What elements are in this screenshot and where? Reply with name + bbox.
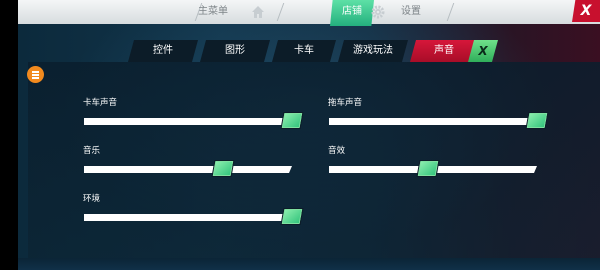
bottom-bar: [18, 258, 600, 270]
music-slider-thumb[interactable]: [211, 160, 235, 177]
ambient-slider-thumb[interactable]: [280, 208, 304, 225]
game-screen: 主菜单 店铺 设置 X 控件 图形 卡车 游戏玩法 声音 X 卡车声音 拖车声音…: [0, 0, 600, 270]
menu-icon[interactable]: [27, 66, 44, 83]
menu-icon-line: [32, 77, 39, 79]
home-icon[interactable]: [250, 4, 266, 20]
ambient-slider-track[interactable]: [84, 214, 302, 221]
truck-sound-slider-track[interactable]: [84, 118, 302, 125]
slider-label-ambient: 环境: [83, 194, 101, 204]
nav-store[interactable]: 店铺: [330, 0, 374, 26]
tab-controls[interactable]: 控件: [128, 40, 198, 62]
sound-effects-slider-thumb[interactable]: [416, 160, 440, 177]
tab-sound[interactable]: 声音: [410, 40, 478, 62]
tab-gameplay[interactable]: 游戏玩法: [338, 40, 408, 62]
trailer-sound-slider-thumb[interactable]: [525, 112, 549, 129]
nav-divider: [446, 3, 455, 21]
sound-settings-panel: [28, 62, 600, 258]
nav-settings[interactable]: 设置: [386, 0, 436, 24]
menu-icon-line: [32, 74, 39, 76]
close-button[interactable]: X: [572, 0, 600, 22]
tab-truck[interactable]: 卡车: [272, 40, 336, 62]
settings-screen: 主菜单 店铺 设置 X 控件 图形 卡车 游戏玩法 声音 X 卡车声音 拖车声音…: [18, 0, 600, 270]
slider-label-sound-effects: 音效: [328, 146, 346, 156]
top-nav-bar: 主菜单 店铺 设置 X: [18, 0, 600, 26]
menu-icon-line: [32, 71, 39, 73]
nav-divider: [276, 3, 285, 21]
slider-label-music: 音乐: [83, 146, 101, 156]
tab-graphics[interactable]: 图形: [200, 40, 270, 62]
music-slider-track[interactable]: [84, 166, 292, 173]
trailer-sound-slider-track[interactable]: [329, 118, 547, 125]
truck-sound-slider-thumb[interactable]: [280, 112, 304, 129]
slider-label-trailer-sound: 拖车声音: [328, 98, 363, 108]
nav-main-menu[interactable]: 主菜单: [178, 0, 248, 24]
slider-label-truck-sound: 卡车声音: [83, 98, 118, 108]
gear-icon[interactable]: [370, 4, 386, 20]
